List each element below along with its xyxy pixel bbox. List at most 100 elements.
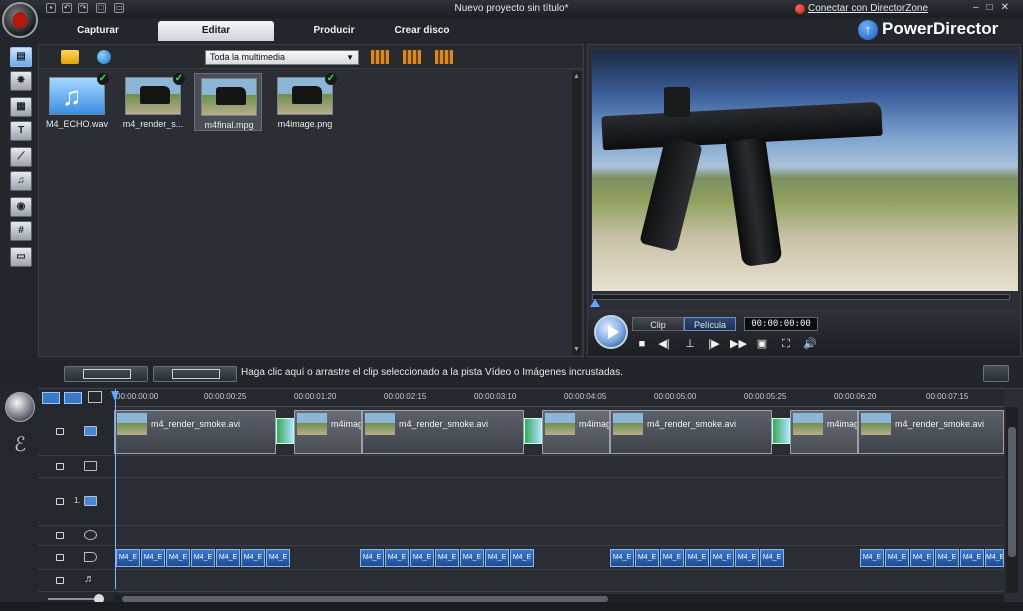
voice-over-room-icon[interactable]: ◉ bbox=[10, 197, 32, 217]
effect-track-lane[interactable] bbox=[114, 456, 1004, 477]
scrollbar-thumb[interactable] bbox=[1008, 427, 1016, 557]
audio-clip[interactable]: M4_E bbox=[985, 549, 1004, 567]
audio-clip[interactable]: M4_E bbox=[460, 549, 484, 567]
library-item[interactable]: ✓ m4image.png bbox=[271, 73, 339, 131]
lock-icon[interactable] bbox=[56, 532, 64, 539]
fast-forward-icon[interactable]: ▶▶ bbox=[730, 337, 747, 351]
audio-clip[interactable]: M4_E bbox=[485, 549, 509, 567]
media-room-icon[interactable]: ▤ bbox=[10, 47, 32, 67]
audio-clip[interactable]: M4_E bbox=[760, 549, 784, 567]
scrub-handle[interactable] bbox=[590, 299, 600, 307]
effects-room-icon[interactable]: ✸ bbox=[10, 71, 32, 91]
import-media-folder-icon[interactable] bbox=[61, 50, 79, 64]
chapter-room-icon[interactable]: # bbox=[10, 221, 32, 241]
audio-clip[interactable]: M4_E bbox=[166, 549, 190, 567]
library-item[interactable]: ♫ ✓ M4_ECHO.wav bbox=[43, 73, 111, 131]
subtitle-room-icon[interactable]: ▭ bbox=[10, 247, 32, 267]
lock-icon[interactable] bbox=[56, 554, 64, 561]
audio-clip[interactable]: M4_E bbox=[241, 549, 265, 567]
playhead-handle[interactable] bbox=[111, 391, 119, 401]
video-clip[interactable]: m4_render_smoke.avi bbox=[362, 410, 524, 454]
audio-clip[interactable]: M4_E bbox=[660, 549, 684, 567]
insert-pip-track-button[interactable] bbox=[153, 366, 237, 382]
audio-clip[interactable]: M4_E bbox=[860, 549, 884, 567]
audio-clip[interactable]: M4_E bbox=[116, 549, 140, 567]
update-arrow-icon[interactable]: ↑ bbox=[858, 20, 878, 40]
scroll-up-icon[interactable]: ▲ bbox=[572, 73, 581, 80]
audio-clip[interactable]: M4_E bbox=[510, 549, 534, 567]
audio-clip[interactable]: M4_E bbox=[685, 549, 709, 567]
lock-icon[interactable] bbox=[56, 577, 64, 584]
transition-room-icon[interactable]: ⟋ bbox=[10, 147, 32, 167]
app-logo-icon[interactable] bbox=[2, 2, 38, 38]
pip-objects-room-icon[interactable]: ▦ bbox=[10, 97, 32, 117]
library-scrollbar[interactable]: ▲ ▼ bbox=[572, 71, 581, 355]
timeline-view-icon[interactable] bbox=[42, 392, 60, 404]
lock-icon[interactable] bbox=[56, 463, 64, 470]
library-item-selected[interactable]: m4final.mpg bbox=[194, 73, 262, 131]
window-controls[interactable]: –□✕ bbox=[973, 2, 1017, 13]
track-manager-button[interactable] bbox=[983, 365, 1009, 382]
split-icon[interactable]: ⊥ bbox=[682, 337, 698, 351]
audio-clip[interactable]: M4_E bbox=[216, 549, 240, 567]
fullscreen-icon[interactable]: ⛶ bbox=[778, 337, 794, 351]
play-button[interactable] bbox=[594, 315, 628, 349]
storyboard-view-icon[interactable] bbox=[64, 392, 82, 404]
audio-clip[interactable]: M4_E bbox=[610, 549, 634, 567]
mode-movie-button[interactable]: Película bbox=[684, 317, 736, 331]
title-room-icon[interactable]: T bbox=[10, 121, 32, 141]
pip-track-lane[interactable] bbox=[114, 478, 1004, 525]
transition-marker[interactable] bbox=[276, 418, 294, 444]
audio-clip[interactable]: M4_E bbox=[360, 549, 384, 567]
preview-scrub-bar[interactable] bbox=[592, 294, 1010, 300]
audio-clip[interactable]: M4_E bbox=[191, 549, 215, 567]
magic-tools-icon[interactable] bbox=[5, 392, 35, 422]
timeline-ruler[interactable]: 00:00:00:00 00:00:00:25 00:00:01:20 00:0… bbox=[114, 389, 1004, 407]
audio-analysis-icon[interactable] bbox=[403, 50, 421, 64]
video-track-lane[interactable]: m4_render_smoke.avi m4imag m4_render_smo… bbox=[114, 408, 1004, 455]
image-clip[interactable]: m4imag bbox=[790, 410, 858, 454]
next-frame-icon[interactable]: |▶ bbox=[706, 337, 722, 351]
title-track-lane[interactable] bbox=[114, 526, 1004, 545]
audio-clip[interactable]: M4_E bbox=[266, 549, 290, 567]
audio-clip[interactable]: M4_E bbox=[910, 549, 934, 567]
voice-track-lane[interactable]: M4_E M4_E M4_E M4_E M4_E M4_E M4_E M4_E … bbox=[114, 546, 1004, 569]
tab-editar[interactable]: Editar bbox=[158, 21, 274, 41]
storyboard-mode-icon[interactable]: ℰ bbox=[5, 430, 35, 460]
insert-video-track-button[interactable] bbox=[64, 366, 148, 382]
audio-clip[interactable]: M4_E bbox=[435, 549, 459, 567]
audio-clip[interactable]: M4_E bbox=[385, 549, 409, 567]
tab-capturar[interactable]: Capturar bbox=[40, 21, 156, 41]
snapshot-icon[interactable]: ▣ bbox=[754, 337, 770, 351]
add-to-timeline-icon[interactable] bbox=[435, 50, 453, 64]
directorzone-connect-link[interactable]: Conectar con DirectorZone bbox=[808, 3, 928, 14]
audio-clip[interactable]: M4_E bbox=[885, 549, 909, 567]
video-clip[interactable]: m4_render_smoke.avi bbox=[114, 410, 276, 454]
transition-marker[interactable] bbox=[524, 418, 542, 444]
tab-crear-disco[interactable]: Crear disco bbox=[364, 21, 480, 41]
audio-mixing-room-icon[interactable]: ♫ bbox=[10, 171, 32, 191]
scroll-down-icon[interactable]: ▼ bbox=[572, 346, 581, 353]
scene-detection-icon[interactable] bbox=[371, 50, 389, 64]
image-clip[interactable]: m4imag bbox=[542, 410, 610, 454]
video-clip[interactable]: m4_render_smoke.avi bbox=[858, 410, 1004, 454]
timecode-display[interactable]: 00:00:00:00 bbox=[744, 317, 818, 331]
stop-icon[interactable]: ■ bbox=[634, 337, 650, 351]
timeline-vertical-scrollbar[interactable] bbox=[1006, 407, 1018, 593]
lock-icon[interactable] bbox=[56, 428, 64, 435]
lock-icon[interactable] bbox=[56, 498, 64, 505]
audio-clip[interactable]: M4_E bbox=[710, 549, 734, 567]
volume-icon[interactable]: 🔊 bbox=[802, 337, 818, 351]
video-clip[interactable]: m4_render_smoke.avi bbox=[610, 410, 772, 454]
audio-clip[interactable]: M4_E bbox=[141, 549, 165, 567]
audio-clip[interactable]: M4_E bbox=[960, 549, 984, 567]
download-media-globe-icon[interactable] bbox=[97, 50, 111, 64]
mode-clip-button[interactable]: Clip bbox=[632, 317, 684, 331]
transition-marker[interactable] bbox=[772, 418, 790, 444]
audio-clip[interactable]: M4_E bbox=[735, 549, 759, 567]
library-item[interactable]: ✓ m4_render_s... bbox=[119, 73, 187, 131]
image-clip[interactable]: m4imag bbox=[294, 410, 362, 454]
media-filter-select[interactable]: Toda la multimedia ▼ bbox=[205, 50, 359, 65]
audio-clip[interactable]: M4_E bbox=[635, 549, 659, 567]
music-track-lane[interactable] bbox=[114, 570, 1004, 591]
